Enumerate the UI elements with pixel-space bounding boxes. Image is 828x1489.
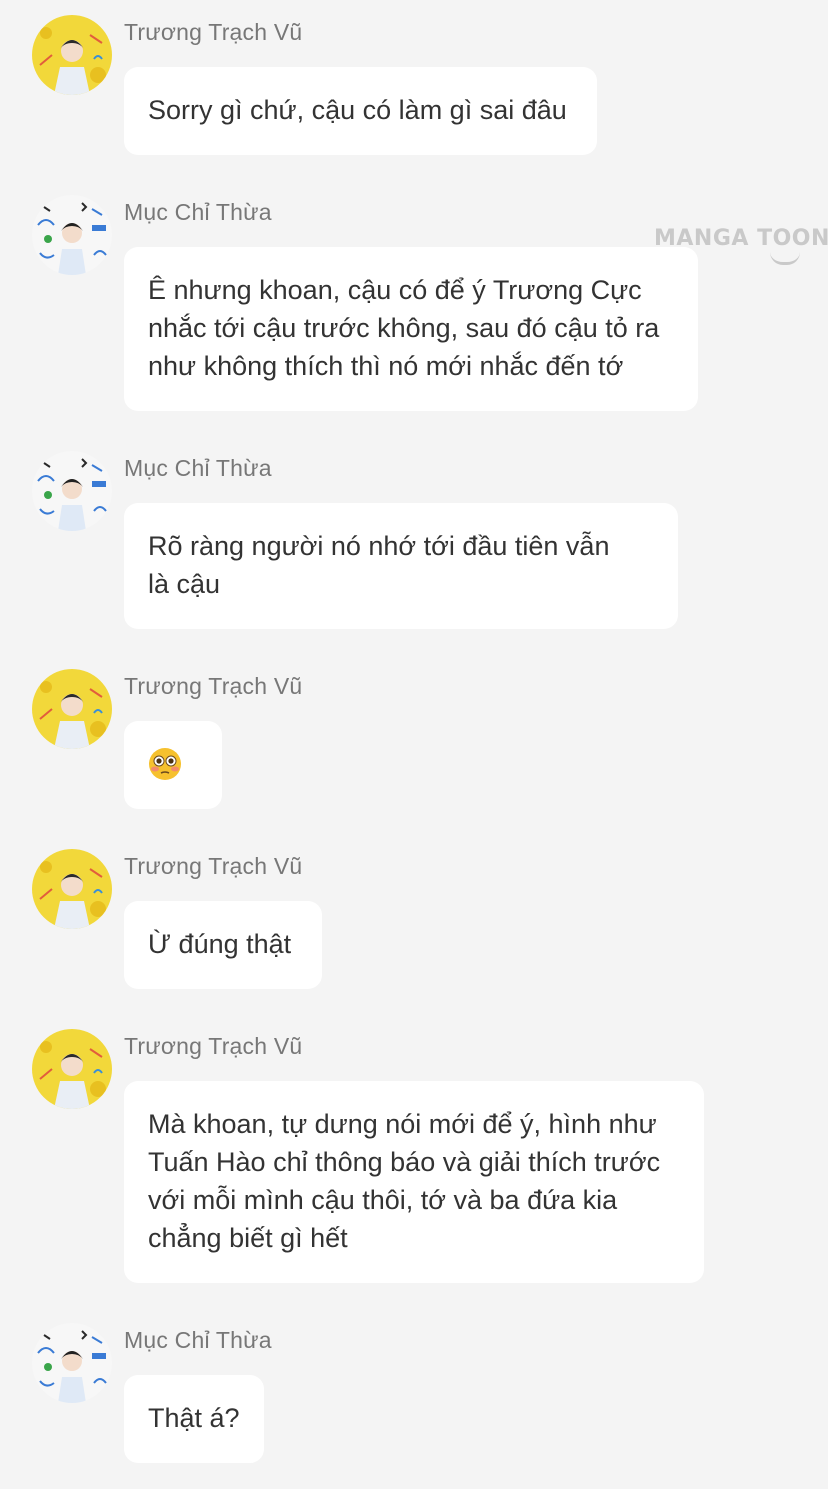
avatar-yellow[interactable]	[32, 669, 112, 749]
message-text: Thật á?	[148, 1403, 240, 1433]
sender-name: Mục Chỉ Thừa	[124, 199, 272, 225]
watermark-smile-icon	[770, 252, 800, 265]
message-bubble[interactable]: Sorry gì chứ, cậu có làm gì sai đâu	[124, 67, 597, 155]
message-text: Mà khoan, tự dưng nói mới để ý, hình như	[148, 1109, 657, 1139]
message-bubble[interactable]: Thật á?	[124, 1375, 264, 1463]
sender-name: Trương Trạch Vũ	[124, 19, 303, 45]
sender-name: Trương Trạch Vũ	[124, 1033, 303, 1059]
avatar-yellow[interactable]	[32, 15, 112, 95]
message-bubble[interactable]: Rõ ràng người nó nhớ tới đầu tiên vẫn là…	[124, 503, 678, 629]
message-text: như không thích thì nó mới nhắc đến tớ	[148, 351, 624, 381]
message-text: Ê nhưng khoan, cậu có để ý Trương Cực	[148, 275, 642, 305]
message-bubble[interactable]: Ê nhưng khoan, cậu có để ý Trương Cực nh…	[124, 247, 698, 411]
avatar-sketch[interactable]	[32, 195, 112, 275]
message-text: Ừ đúng thật	[148, 929, 292, 959]
message-bubble[interactable]	[124, 721, 222, 809]
message-bubble[interactable]: Mà khoan, tự dưng nói mới để ý, hình như…	[124, 1081, 704, 1283]
sender-name: Trương Trạch Vũ	[124, 853, 303, 879]
avatar-sketch[interactable]	[32, 1323, 112, 1403]
message-text: Tuấn Hào chỉ thông báo và giải thích trư…	[148, 1147, 661, 1177]
message-text: Rõ ràng người nó nhớ tới đầu tiên vẫn	[148, 531, 610, 561]
message-text: Sorry gì chứ, cậu có làm gì sai đâu	[148, 95, 567, 125]
avatar-sketch[interactable]	[32, 451, 112, 531]
message-text: nhắc tới cậu trước không, sau đó cậu tỏ …	[148, 313, 660, 343]
sender-name: Trương Trạch Vũ	[124, 673, 303, 699]
message-bubble[interactable]: Ừ đúng thật	[124, 901, 322, 989]
sender-name: Mục Chỉ Thừa	[124, 1327, 272, 1353]
message-text: chẳng biết gì hết	[148, 1223, 348, 1253]
avatar-yellow[interactable]	[32, 849, 112, 929]
message-text: với mỗi mình cậu thôi, tớ và ba đứa kia	[148, 1185, 618, 1215]
flushed-face-emoji	[149, 748, 181, 780]
chat-thread: MANGA TOON Trương Trạch Vũ Sorry gì chứ,…	[0, 0, 828, 1489]
sender-name: Mục Chỉ Thừa	[124, 455, 272, 481]
avatar-yellow[interactable]	[32, 1029, 112, 1109]
message-text: là cậu	[148, 569, 221, 599]
